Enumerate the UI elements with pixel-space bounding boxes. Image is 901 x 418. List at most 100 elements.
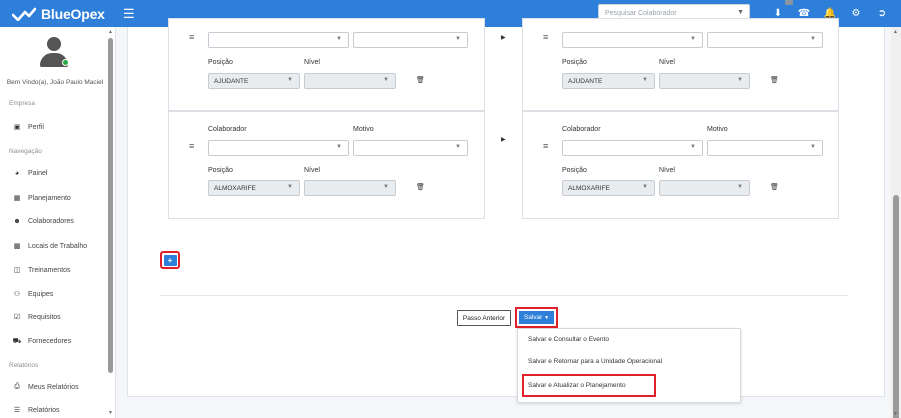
sidebar-item-equipes[interactable]: ⚇ Equipes [12, 290, 54, 299]
save-button-highlight: Salvar ▼ [515, 307, 558, 328]
nivel-label: Nível [659, 59, 675, 66]
users-icon: ☻ [13, 218, 21, 225]
scroll-thumb[interactable] [108, 38, 113, 373]
scroll-down-icon[interactable]: ▼ [108, 410, 113, 416]
sidebar-scrollbar[interactable]: ▲ ▼ [107, 27, 115, 418]
chevron-down-icon: ▼ [642, 184, 648, 190]
sidebar-item-label: Planejamento [28, 194, 71, 202]
calendar-icon: ▦ [13, 195, 21, 202]
drag-handle-icon[interactable]: ≡ [543, 141, 548, 151]
checkbox-icon: ☑ [13, 314, 21, 321]
search-placeholder: Pesquisar Colaborador [605, 9, 677, 17]
sidebar-item-meus-relatorios[interactable]: ⎙ Meus Relatórios [12, 383, 78, 391]
posicao-value: ALMOXARIFE [214, 184, 256, 192]
motivo-select[interactable]: ▼ [353, 140, 468, 156]
colaborador-select[interactable]: ▼ [562, 32, 703, 48]
chevron-down-icon: ▼ [287, 77, 293, 83]
posicao-value: AJUDANTE [568, 77, 603, 85]
save-dropdown-menu: Salvar e Consultar o Evento Salvar e Ret… [517, 328, 741, 403]
sidebar-item-treinamentos[interactable]: ◫ Treinamentos [12, 266, 71, 275]
nivel-select[interactable]: ▼ [659, 73, 750, 89]
previous-step-button[interactable]: Passo Anterior [457, 310, 511, 326]
welcome-text: Bem Vindo(a), João Paulo Maciel [6, 79, 104, 86]
page-scrollbar[interactable]: ▲ ▼ [891, 27, 901, 418]
sidebar-item-requisitos[interactable]: ☑ Requisitos [12, 313, 61, 322]
avatar [40, 37, 69, 69]
posicao-label: Posição [208, 167, 233, 174]
scroll-up-icon[interactable]: ▲ [108, 29, 113, 35]
chevron-down-icon: ▼ [737, 9, 744, 16]
sidebar-item-label: Equipes [28, 290, 54, 298]
posicao-label: Posição [562, 59, 587, 66]
sidebar-item-label: Locais de Trabalho [28, 242, 88, 250]
colaborador-label: Colaborador [208, 126, 247, 133]
logout-icon[interactable]: ➲ [875, 8, 889, 19]
sidebar-item-planejamento[interactable]: ▦ Planejamento [12, 194, 71, 203]
sidebar-item-label: Treinamentos [28, 266, 71, 274]
posicao-select[interactable]: AJUDANTE ▼ [562, 73, 655, 89]
caret-down-icon: ▼ [544, 314, 550, 321]
sidebar-item-label: Relatórios [28, 406, 60, 414]
arrow-right-icon: ▶ [501, 35, 506, 41]
motivo-select[interactable]: ▼ [353, 32, 468, 48]
scroll-up-icon[interactable]: ▲ [893, 29, 898, 35]
presentation-icon: ◫ [13, 267, 21, 274]
team-icon: ⚇ [13, 291, 21, 298]
add-row-button[interactable]: + [160, 251, 180, 269]
menu-item-save-consult-event[interactable]: Salvar e Consultar o Evento [528, 336, 609, 343]
nivel-select[interactable]: ▼ [659, 180, 750, 196]
sidebar-item-locais[interactable]: ▩ Locais de Trabalho [12, 242, 88, 251]
briefcase-icon: ▣ [13, 124, 21, 131]
trash-icon[interactable]: 🗑 [416, 183, 425, 191]
dashboard-icon: ◕ [14, 170, 20, 177]
trash-icon[interactable]: 🗑 [416, 76, 425, 84]
drag-handle-icon[interactable]: ≡ [189, 141, 194, 151]
motivo-select[interactable]: ▼ [707, 140, 823, 156]
print-icon: ⎙ [14, 383, 20, 390]
sidebar-item-colaboradores[interactable]: ☻ Colaboradores [12, 218, 74, 225]
chevron-down-icon: ▼ [690, 144, 696, 150]
sidebar-item-perfil[interactable]: ▣ Perfil [12, 123, 44, 132]
online-status-dot [62, 59, 69, 66]
colaborador-select[interactable]: ▼ [562, 140, 703, 156]
chevron-down-icon: ▼ [383, 77, 389, 83]
posicao-select[interactable]: AJUDANTE ▼ [208, 73, 300, 89]
menu-toggle-icon[interactable]: ☰ [123, 7, 135, 20]
brand[interactable]: BlueOpex [0, 6, 115, 22]
sidebar: Bem Vindo(a), João Paulo Maciel Empresa … [0, 27, 116, 418]
scroll-thumb[interactable] [893, 195, 899, 418]
sidebar-item-label: Fornecedores [28, 338, 72, 345]
plus-icon: + [163, 254, 177, 266]
chevron-down-icon: ▼ [287, 184, 293, 190]
nivel-select[interactable]: ▼ [304, 180, 396, 196]
posicao-select[interactable]: ALMOXARIFE ▼ [208, 180, 300, 196]
nivel-select[interactable]: ▼ [304, 73, 396, 89]
building-icon: ▩ [13, 243, 21, 250]
sitemap-icon: ☰ [13, 407, 21, 414]
colaborador-select[interactable]: ▼ [208, 140, 349, 156]
motivo-select[interactable]: ▼ [707, 32, 823, 48]
save-label: Salvar [523, 314, 543, 321]
sidebar-item-relatorios[interactable]: ☰ Relatórios [12, 406, 60, 415]
posicao-value: AJUDANTE [214, 77, 249, 85]
section-relatorios: Relatórios [9, 362, 39, 369]
section-navegacao: Navegação [9, 148, 42, 155]
chevron-down-icon: ▼ [336, 144, 342, 150]
colaborador-select[interactable]: ▼ [208, 32, 349, 48]
drag-handle-icon[interactable]: ≡ [189, 32, 194, 42]
menu-item-save-return-unit[interactable]: Salvar e Retornar para a Unidade Operaci… [528, 358, 662, 365]
trash-icon[interactable]: 🗑 [770, 183, 779, 191]
sidebar-item-painel[interactable]: ◕ Painel [12, 170, 48, 177]
sidebar-item-fornecedores[interactable]: ⛟ Fornecedores [12, 337, 72, 346]
drag-handle-icon[interactable]: ≡ [543, 32, 548, 42]
gear-icon[interactable]: ⚙ [849, 8, 863, 19]
divider [160, 295, 848, 296]
chevron-down-icon: ▼ [690, 36, 696, 42]
sidebar-item-label: Perfil [28, 123, 44, 131]
trash-icon[interactable]: 🗑 [770, 76, 779, 84]
save-dropdown-button[interactable]: Salvar ▼ [519, 311, 554, 324]
scroll-down-icon[interactable]: ▼ [893, 411, 898, 417]
section-empresa: Empresa [9, 100, 36, 107]
arrow-right-icon: ▶ [501, 137, 506, 143]
posicao-select[interactable]: ALMOXARIFE ▼ [562, 180, 655, 196]
